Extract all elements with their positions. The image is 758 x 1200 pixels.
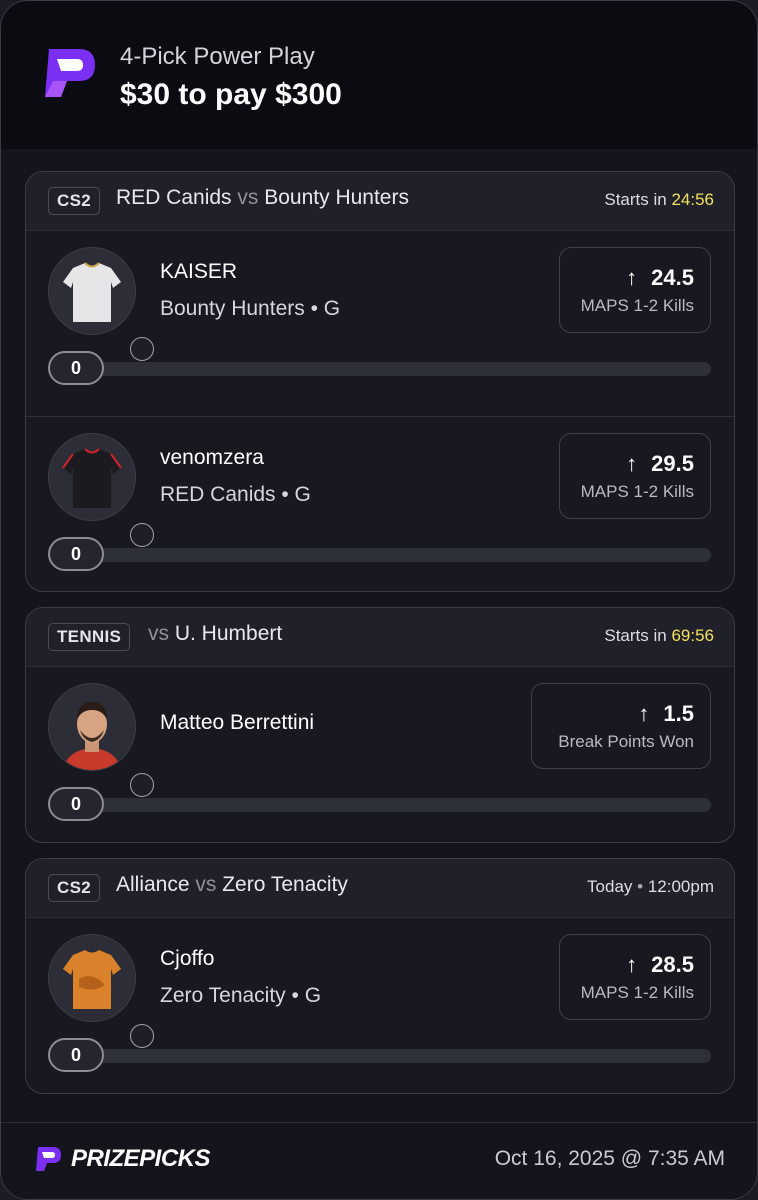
game-card: TENNIS vs U. Humbert Starts in 69:56 Mat… [25, 607, 735, 843]
entry-payout: $30 to pay $300 [120, 78, 342, 111]
team-b: U. Humbert [174, 622, 283, 645]
player-team: Zero Tenacity • G [160, 984, 322, 1007]
arrow-up-icon: ↑ [626, 265, 638, 290]
game-card: CS2 RED Canids vs Bounty Hunters Starts … [25, 171, 735, 592]
clock-icon [130, 1024, 154, 1048]
clock-icon [130, 773, 154, 797]
arrow-up-icon: ↑ [626, 952, 638, 977]
prizepicks-logo-icon [36, 1147, 61, 1171]
league-badge: CS2 [48, 874, 100, 902]
player-name: venomzera [160, 446, 264, 469]
projection-box[interactable]: ↑ 1.5 Break Points Won [531, 683, 711, 769]
matchup: RED Canids vs Bounty Hunters [116, 186, 409, 210]
pick-row[interactable]: Cjoffo Zero Tenacity • G ↑ 28.5 MAPS 1-2… [26, 918, 734, 1093]
player-name: Matteo Berrettini [160, 711, 315, 734]
projection-box[interactable]: ↑ 24.5 MAPS 1-2 Kills [559, 247, 711, 333]
stat-type: MAPS 1-2 Kills [580, 296, 694, 315]
player-avatar [48, 934, 136, 1022]
player-team: Bounty Hunters • G [160, 297, 341, 320]
projection-value: 28.5 [651, 952, 694, 977]
projection-value: 1.5 [663, 701, 694, 726]
player-avatar [48, 433, 136, 521]
arrow-up-icon: ↑ [638, 701, 650, 726]
start-time: Starts in 24:56 [604, 190, 714, 209]
lineup-card: 4-Pick Power Play $30 to pay $300 CS2 RE… [0, 0, 758, 1200]
clock-icon [130, 523, 154, 547]
player-photo-icon [49, 684, 135, 770]
pick-row[interactable]: Matteo Berrettini ↑ 1.5 Break Points Won… [26, 667, 734, 842]
progress-bar [50, 548, 711, 562]
game-header: CS2 RED Canids vs Bounty Hunters Starts … [26, 172, 734, 231]
game-card: CS2 Alliance vs Zero Tenacity Today • 12… [25, 858, 735, 1094]
progress-value: 0 [48, 1038, 104, 1072]
play-type: 4-Pick Power Play [120, 43, 315, 70]
prizepicks-logo-icon [45, 49, 95, 97]
stat-type: MAPS 1-2 Kills [580, 482, 694, 501]
team-b: Bounty Hunters [264, 186, 409, 209]
team-a: Alliance [116, 873, 190, 896]
jersey-icon [49, 434, 135, 520]
countdown: 69:56 [671, 626, 714, 645]
lineup-header: 4-Pick Power Play $30 to pay $300 [1, 1, 757, 149]
vs-label: vs [195, 873, 217, 896]
stat-type: MAPS 1-2 Kills [580, 983, 694, 1002]
projection-value: 29.5 [651, 451, 694, 476]
progress-bar [50, 362, 711, 376]
countdown: 24:56 [671, 190, 714, 209]
pick-row[interactable]: KAISER Bounty Hunters • G ↑ 24.5 MAPS 1-… [26, 231, 734, 416]
matchup: Alliance vs Zero Tenacity [116, 873, 348, 897]
projection-box[interactable]: ↑ 28.5 MAPS 1-2 Kills [559, 934, 711, 1020]
arrow-up-icon: ↑ [626, 451, 638, 476]
vs-label: vs [148, 622, 169, 645]
start-clock: 12:00pm [647, 877, 714, 896]
jersey-icon [49, 935, 135, 1021]
player-name: KAISER [160, 260, 238, 283]
player-team: RED Canids • G [160, 483, 311, 506]
progress-bar [50, 1049, 711, 1063]
jersey-icon [49, 248, 135, 334]
pick-row[interactable]: venomzera RED Canids • G ↑ 29.5 MAPS 1-2… [26, 416, 734, 591]
league-badge: CS2 [48, 187, 100, 215]
start-time: Today • 12:00pm [587, 877, 714, 896]
projection-value: 24.5 [651, 265, 694, 290]
timestamp: Oct 16, 2025 @ 7:35 AM [494, 1147, 725, 1170]
stat-type: Break Points Won [558, 732, 694, 751]
progress-bar [50, 798, 711, 812]
progress-value: 0 [48, 787, 104, 821]
team-a: RED Canids [116, 186, 232, 209]
vs-label: vs [237, 186, 259, 209]
game-header: TENNIS vs U. Humbert Starts in 69:56 [26, 608, 734, 667]
player-name: Cjoffo [160, 947, 215, 970]
league-badge: TENNIS [48, 623, 131, 651]
progress-value: 0 [48, 537, 104, 571]
progress-value: 0 [48, 351, 104, 385]
projection-box[interactable]: ↑ 29.5 MAPS 1-2 Kills [559, 433, 711, 519]
player-avatar [48, 247, 136, 335]
game-header: CS2 Alliance vs Zero Tenacity Today • 12… [26, 859, 734, 918]
matchup: vs U. Humbert [148, 622, 282, 646]
start-time: Starts in 69:56 [604, 626, 714, 645]
team-b: Zero Tenacity [222, 873, 348, 896]
player-avatar [48, 683, 136, 771]
clock-icon [130, 337, 154, 361]
footer: PRIZEPICKS Oct 16, 2025 @ 7:35 AM [1, 1122, 757, 1199]
footer-logo: PRIZEPICKS [33, 1145, 211, 1173]
brand-name: PRIZEPICKS [71, 1145, 211, 1172]
